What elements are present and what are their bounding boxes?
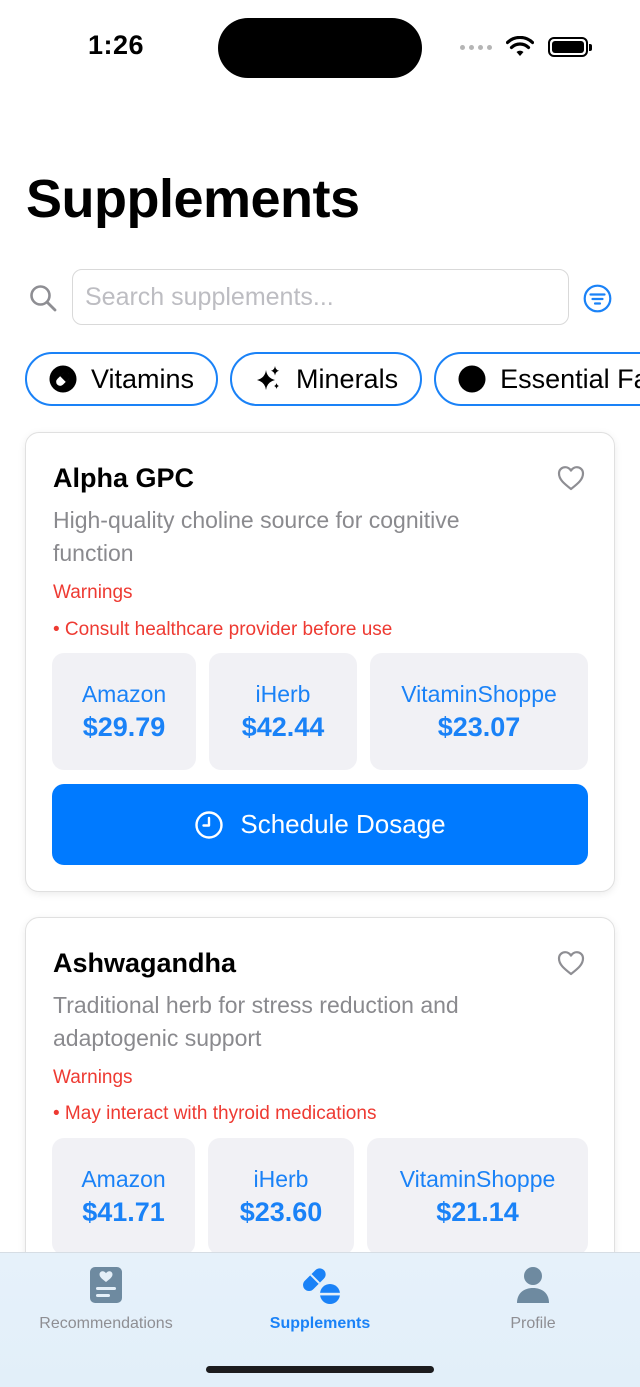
supplement-name: Alpha GPC [53, 463, 195, 493]
supplement-description: Traditional herb for stress reduction an… [53, 992, 459, 1051]
sparkles-icon [257, 366, 280, 390]
warning-item: • Consult healthcare provider before use [53, 619, 393, 640]
heart-icon[interactable] [556, 463, 586, 493]
chip-label: Essential Fa [500, 363, 640, 394]
store-option-vitaminshoppe[interactable]: VitaminShoppe $23.07 [370, 653, 588, 770]
schedule-dosage-label: Schedule Dosage [240, 809, 446, 839]
store-price: $29.79 [82, 711, 166, 742]
tab-label: Supplements [269, 1315, 371, 1332]
search-icon [30, 285, 57, 312]
wifi-icon [506, 36, 534, 56]
supplement-name: Ashwagandha [53, 948, 237, 978]
chip-label: Minerals [296, 363, 399, 394]
store-option-vitaminshoppe[interactable]: VitaminShoppe $21.14 [367, 1138, 588, 1255]
pills-icon [303, 1268, 341, 1304]
tab-profile[interactable]: Profile [433, 1263, 633, 1333]
store-option-iherb[interactable]: iHerb $23.60 [208, 1138, 354, 1255]
chip-label: Vitamins [91, 363, 195, 394]
cellular-signal-icon [460, 44, 492, 50]
tab-label: Recommendations [39, 1315, 173, 1332]
dynamic-island [218, 18, 422, 78]
clock-icon [195, 810, 224, 839]
supplement-description: High-quality choline source for cognitiv… [53, 507, 460, 566]
store-price: $41.71 [82, 1196, 165, 1227]
heart-clipboard-icon [90, 1267, 122, 1303]
warning-item: • May interact with thyroid medications [53, 1103, 377, 1124]
supplement-card: Alpha GPC High-quality choline source fo… [25, 432, 615, 892]
store-name: VitaminShoppe [399, 1165, 556, 1192]
store-name: iHerb [253, 1165, 309, 1192]
store-price: $23.07 [437, 711, 521, 742]
filter-icon[interactable] [583, 284, 612, 313]
store-name: Amazon [81, 1165, 166, 1192]
store-price: $21.14 [436, 1196, 519, 1227]
tab-supplements[interactable]: Supplements [220, 1263, 420, 1333]
store-name: iHerb [255, 680, 311, 707]
pill-icon [49, 365, 77, 393]
warnings-title: Warnings [53, 582, 133, 603]
store-price: $23.60 [239, 1196, 323, 1227]
page-title: Supplements [26, 169, 360, 229]
heart-icon[interactable] [556, 948, 586, 978]
search-input[interactable] [72, 269, 569, 325]
tab-label: Profile [510, 1315, 556, 1332]
store-option-iherb[interactable]: iHerb $42.44 [209, 653, 357, 770]
status-icons [460, 36, 592, 58]
schedule-dosage-button[interactable]: Schedule Dosage [52, 784, 588, 865]
battery-icon [548, 37, 592, 57]
store-prices: Amazon $41.71 iHerb $23.60 VitaminShoppe… [52, 1138, 588, 1255]
status-time: 1:26 [88, 30, 145, 60]
tab-recommendations[interactable]: Recommendations [6, 1263, 206, 1333]
chip-essential-fatty-acids[interactable]: Essential Fa [434, 352, 640, 406]
store-price: $42.44 [241, 711, 325, 742]
store-name: VitaminShoppe [401, 680, 557, 707]
store-prices: Amazon $29.79 iHerb $42.44 VitaminShoppe… [52, 653, 588, 770]
person-icon [517, 1267, 549, 1303]
store-option-amazon[interactable]: Amazon $29.79 [52, 653, 196, 770]
chip-minerals[interactable]: Minerals [230, 352, 423, 406]
chip-vitamins[interactable]: Vitamins [25, 352, 219, 406]
category-chips: Vitamins Minerals Essential Fa [25, 352, 640, 406]
store-option-amazon[interactable]: Amazon $41.71 [52, 1138, 195, 1255]
store-name: Amazon [81, 680, 167, 707]
warnings-title: Warnings [53, 1067, 133, 1088]
home-indicator [206, 1366, 434, 1373]
circle-icon [458, 365, 486, 393]
supplements-screen: 1:26 Supplements Search supplements... V… [0, 0, 640, 1387]
